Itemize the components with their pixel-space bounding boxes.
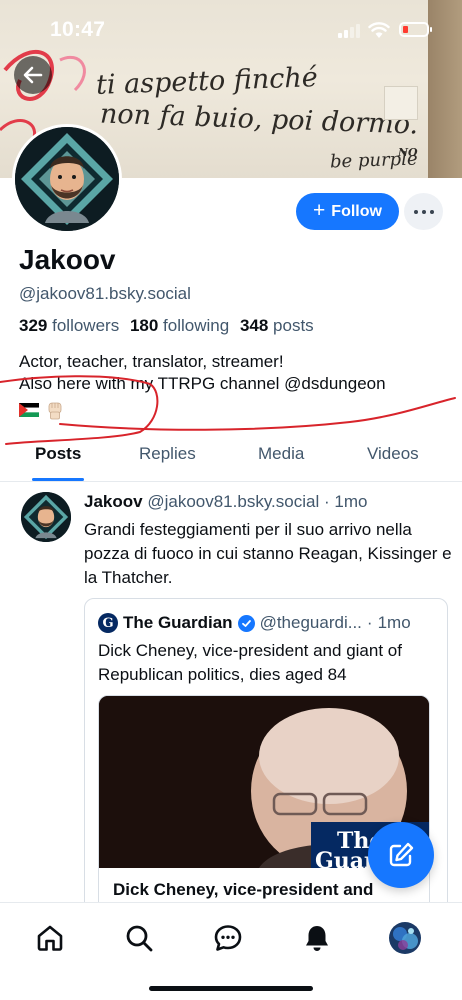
graffiti-line-1: ti aspetto finché <box>95 62 319 101</box>
quoted-author-handle: @theguardi... <box>259 613 362 632</box>
link-preview-title: Dick Cheney, vice-president and <box>113 880 374 899</box>
guardian-logo-line-2: Guar <box>315 848 376 868</box>
followers-stat[interactable]: 329 followers <box>19 316 119 335</box>
bio-line-1: Actor, teacher, translator, streamer! <box>19 352 284 371</box>
pencil-square-icon <box>389 842 414 867</box>
post-author-handle[interactable]: @jakoov81.bsky.social <box>147 492 319 511</box>
battery-icon <box>399 22 432 37</box>
wifi-icon <box>368 22 390 38</box>
post-body: Grandi festeggiamenti per il suo arrivo … <box>84 520 452 587</box>
profile-bio: Actor, teacher, translator, streamer! Al… <box>19 351 449 395</box>
tab-media[interactable]: Media <box>258 444 304 464</box>
nav-search[interactable] <box>122 921 156 955</box>
nav-profile[interactable] <box>388 921 422 955</box>
posts-stat: 348 posts <box>239 316 314 335</box>
verified-check-icon <box>237 614 255 632</box>
nav-home[interactable] <box>33 921 67 955</box>
raised-fist-icon <box>48 402 62 420</box>
bio-line-2: Also here with my TTRPG channel @dsdunge… <box>19 374 386 393</box>
post-separator: · <box>323 492 330 511</box>
status-time: 10:47 <box>50 18 106 41</box>
tab-videos[interactable]: Videos <box>367 444 419 464</box>
profile-avatar[interactable] <box>12 124 122 234</box>
home-icon <box>37 925 63 951</box>
home-indicator <box>149 986 313 991</box>
quoted-author-name: The Guardian <box>123 613 233 632</box>
follow-button[interactable]: + Follow <box>296 193 399 230</box>
cellular-signal-icon <box>338 24 362 38</box>
palestine-flag-icon <box>19 403 39 417</box>
quoted-post-header: G The Guardian @theguardi... · 1mo <box>98 613 411 633</box>
ellipsis-icon <box>412 209 436 214</box>
plus-icon: + <box>313 199 326 222</box>
more-options-button[interactable] <box>404 193 443 230</box>
nav-chat[interactable] <box>211 921 245 955</box>
profile-stats: 329 followers 180 following 348 posts <box>19 316 320 336</box>
graffiti-tag: NO <box>398 146 418 159</box>
post-author-avatar[interactable] <box>21 492 71 542</box>
compose-button[interactable] <box>368 822 434 888</box>
bottom-navigation <box>0 902 462 1000</box>
arrow-left-icon <box>23 66 43 84</box>
bell-icon <box>306 926 328 951</box>
quoted-post-age: 1mo <box>377 613 411 632</box>
back-button[interactable] <box>14 56 52 94</box>
graffiti-line-2: non fa buio, poi dormo. <box>99 98 419 141</box>
quoted-separator: · <box>366 613 373 632</box>
post-age: 1mo <box>334 492 368 511</box>
profile-handle: @jakoov81.bsky.social <box>19 284 191 303</box>
guardian-logo-icon: G <box>98 613 118 633</box>
post-author-name[interactable]: Jakoov <box>84 492 143 511</box>
post-header: Jakoov @jakoov81.bsky.social · 1mo <box>84 492 367 512</box>
bio-emojis <box>19 399 65 421</box>
avatar-illustration <box>15 127 119 231</box>
search-icon <box>126 925 153 952</box>
following-stat[interactable]: 180 following <box>130 316 229 335</box>
link-preview-card[interactable]: The Guar Dick Cheney, vice-president and <box>98 695 430 917</box>
nav-notifications[interactable] <box>300 921 334 955</box>
quoted-post-body: Dick Cheney, vice-president and giant of… <box>98 641 402 684</box>
chat-bubble-icon <box>214 925 242 951</box>
active-tab-indicator <box>32 478 84 481</box>
nav-profile-avatar <box>389 922 421 954</box>
wall-sticker <box>384 86 418 120</box>
follow-button-label: Follow <box>331 202 382 220</box>
avatar-illustration-small <box>21 492 71 542</box>
profile-display-name: Jakoov <box>19 244 116 275</box>
status-bar: 10:47 <box>0 0 462 60</box>
tab-posts[interactable]: Posts <box>35 444 81 464</box>
profile-tabs: Posts Replies Media Videos <box>0 430 462 482</box>
profile-avatar-thumbnail <box>389 922 421 954</box>
tab-replies[interactable]: Replies <box>139 444 196 464</box>
